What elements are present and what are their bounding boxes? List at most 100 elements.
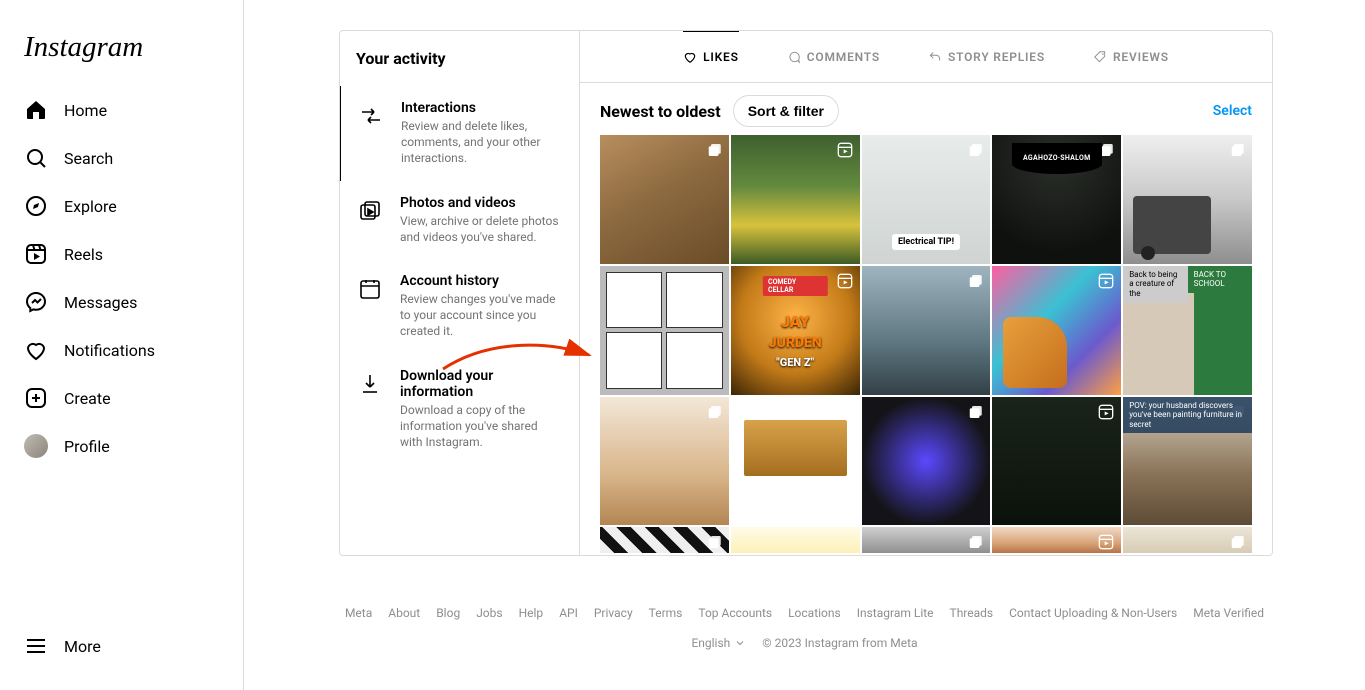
activity-icon	[356, 370, 384, 398]
sidebar-item-profile[interactable]: Profile	[12, 422, 231, 470]
tile-text: JURDEN	[769, 335, 822, 351]
activity-item-download-your-information[interactable]: Download your information Download a cop…	[340, 354, 579, 465]
sidebar-item-explore[interactable]: Explore	[12, 182, 231, 230]
footer-link[interactable]: Meta Verified	[1193, 606, 1264, 620]
liked-post[interactable]	[731, 135, 860, 264]
sidebar-item-label: Messages	[64, 293, 137, 312]
footer-link[interactable]: Top Accounts	[698, 606, 772, 620]
footer-link[interactable]: API	[559, 606, 578, 620]
carousel-icon	[1228, 141, 1246, 159]
activity-item-desc: Review and delete likes, comments, and y…	[401, 118, 563, 167]
liked-post[interactable]	[600, 135, 729, 264]
footer-link[interactable]: Instagram Lite	[857, 606, 934, 620]
sidebar-item-home[interactable]: Home	[12, 86, 231, 134]
activity-item-account-history[interactable]: Account history Review changes you've ma…	[340, 259, 579, 354]
compass-icon	[24, 194, 48, 218]
likes-grid-wrap: Electrical TIP! AGAHOZO·SHALOM COMEDY CELL…	[580, 135, 1272, 555]
tab-comments[interactable]: COMMENTS	[787, 31, 880, 82]
liked-post[interactable]	[1123, 135, 1252, 264]
footer-link[interactable]: Locations	[788, 606, 841, 620]
select-button[interactable]: Select	[1213, 103, 1252, 119]
activity-item-desc: Download a copy of the information you'v…	[400, 402, 563, 451]
liked-post[interactable]	[1123, 527, 1252, 553]
likes-grid: Electrical TIP! AGAHOZO·SHALOM COMEDY CELL…	[600, 135, 1252, 553]
liked-post[interactable]	[731, 527, 860, 553]
sidebar-item-messages[interactable]: Messages	[12, 278, 231, 326]
liked-post[interactable]	[600, 527, 729, 553]
liked-post[interactable]: COMEDY CELLARJAYJURDEN"GEN Z"	[731, 266, 860, 395]
home-icon	[24, 98, 48, 122]
main-area: Your activity Interactions Review and de…	[244, 0, 1365, 690]
instagram-logo[interactable]: Instagram	[12, 8, 231, 78]
tab-likes[interactable]: LIKES	[683, 31, 739, 82]
liked-post[interactable]: POV: your husband discovers you've been …	[1123, 397, 1252, 526]
avatar-icon	[24, 434, 48, 458]
tag-icon	[1093, 50, 1107, 64]
liked-post[interactable]	[862, 527, 991, 553]
sidebar-item-reels[interactable]: Reels	[12, 230, 231, 278]
footer-link[interactable]: Blog	[436, 606, 460, 620]
activity-item-interactions[interactable]: Interactions Review and delete likes, co…	[339, 86, 579, 181]
footer-link[interactable]: Terms	[649, 606, 683, 620]
sidebar-item-label: Create	[64, 389, 111, 408]
liked-post[interactable]	[992, 527, 1121, 553]
liked-post[interactable]	[600, 397, 729, 526]
activity-content: LIKESCOMMENTSSTORY REPLIESREVIEWS Newest…	[580, 31, 1272, 555]
liked-post[interactable]	[600, 266, 729, 395]
sort-filter-button[interactable]: Sort & filter	[733, 95, 839, 127]
tab-label: COMMENTS	[807, 50, 880, 64]
primary-nav: Home Search ExploreReels Messages Notificati…	[12, 86, 231, 622]
sidebar-item-notifications[interactable]: Notifications	[12, 326, 231, 374]
tile-caption: BACK TO SCHOOL	[1188, 266, 1252, 293]
language-label: English	[691, 636, 730, 650]
interaction-tabs: LIKES COMMENTS STORY REPLIES REVIEWS	[580, 31, 1272, 83]
carousel-icon	[705, 533, 723, 551]
sidebar-item-label: Notifications	[64, 341, 155, 360]
sidebar-more[interactable]: More	[12, 622, 231, 670]
hamburger-icon	[24, 634, 48, 658]
footer-link[interactable]: Privacy	[594, 606, 633, 620]
carousel-icon	[705, 403, 723, 421]
tab-reviews[interactable]: REVIEWS	[1093, 31, 1169, 82]
carousel-icon	[966, 533, 984, 551]
activity-icon	[357, 102, 385, 130]
sidebar-item-create[interactable]: Create	[12, 374, 231, 422]
liked-post[interactable]: Electrical TIP!	[862, 135, 991, 264]
tab-label: REVIEWS	[1113, 50, 1169, 64]
liked-post[interactable]	[862, 266, 991, 395]
carousel-icon	[1228, 533, 1246, 551]
footer-link[interactable]: Help	[519, 606, 544, 620]
footer-link[interactable]: Contact Uploading & Non-Users	[1009, 606, 1177, 620]
reel-icon	[1097, 272, 1115, 290]
heart-icon	[24, 338, 48, 362]
footer-link[interactable]: About	[388, 606, 420, 620]
reply-icon	[928, 50, 942, 64]
plus-icon	[24, 386, 48, 410]
carousel-icon	[966, 272, 984, 290]
liked-post[interactable]	[992, 397, 1121, 526]
language-selector[interactable]: English	[691, 636, 746, 650]
liked-post[interactable]: Back to being a creature of theBACK TO S…	[1123, 266, 1252, 395]
liked-post[interactable]: AGAHOZO·SHALOM	[992, 135, 1121, 264]
activity-item-desc: View, archive or delete photos and video…	[400, 213, 563, 245]
liked-post[interactable]	[731, 397, 860, 526]
footer-link[interactable]: Meta	[345, 606, 372, 620]
sidebar-more-label: More	[64, 637, 101, 656]
carousel-icon	[966, 403, 984, 421]
activity-item-title: Interactions	[401, 100, 563, 116]
liked-post[interactable]	[992, 266, 1121, 395]
sidebar-item-search[interactable]: Search	[12, 134, 231, 182]
tile-sign-text: AGAHOZO·SHALOM	[1012, 143, 1102, 174]
sidebar-item-label: Profile	[64, 437, 110, 456]
carousel-icon	[705, 141, 723, 159]
activity-item-desc: Review changes you've made to your accou…	[400, 291, 563, 340]
activity-icon	[356, 197, 384, 225]
reels-icon	[24, 242, 48, 266]
footer-link[interactable]: Jobs	[476, 606, 502, 620]
footer-link[interactable]: Threads	[950, 606, 994, 620]
activity-icon	[356, 275, 384, 303]
liked-post[interactable]	[862, 397, 991, 526]
tab-story-replies[interactable]: STORY REPLIES	[928, 31, 1045, 82]
activity-item-photos-and-videos[interactable]: Photos and videos View, archive or delet…	[340, 181, 579, 259]
sidebar-item-label: Search	[64, 149, 113, 168]
